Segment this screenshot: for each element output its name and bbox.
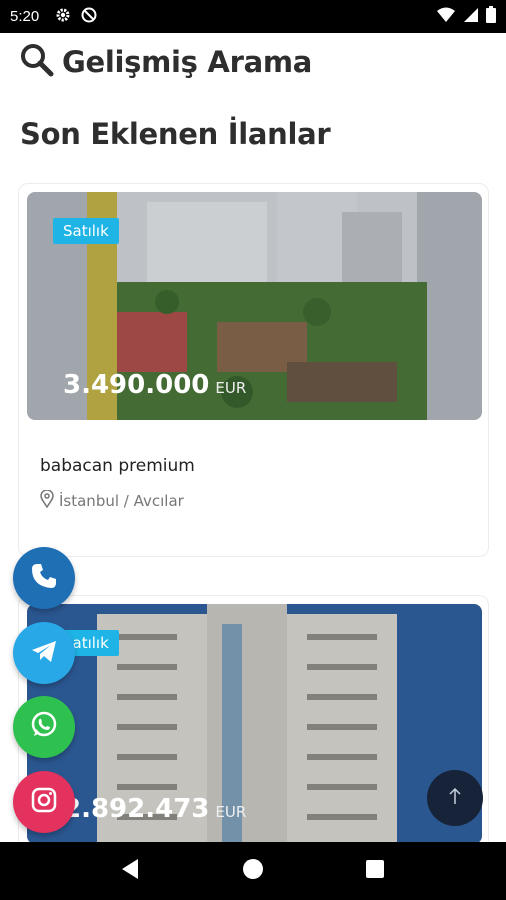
- price-value: 3.490.000: [63, 370, 210, 400]
- telegram-button[interactable]: [13, 622, 75, 684]
- main-content[interactable]: Gelişmiş Arama Son Eklenen İlanlar Satıl…: [0, 33, 506, 842]
- wifi-icon: [437, 7, 455, 27]
- scroll-top-button[interactable]: [427, 770, 483, 826]
- listing-price: 3.490.000 EUR: [63, 370, 246, 400]
- search-icon: [20, 43, 54, 81]
- location-text: İstanbul / Avcılar: [59, 492, 184, 510]
- location-pin-icon: [40, 489, 54, 512]
- gear-icon: [55, 7, 71, 27]
- whatsapp-icon: [28, 709, 60, 745]
- price-value: 2.892.473: [63, 794, 210, 824]
- instagram-icon: [29, 785, 59, 819]
- listing-location: İstanbul / Avcılar: [40, 489, 184, 512]
- status-bar: 5:20: [0, 0, 506, 33]
- phone-icon: [29, 561, 59, 595]
- listing-price: 2.892.473 EUR: [63, 794, 246, 824]
- status-time: 5:20: [10, 8, 40, 25]
- listing-image[interactable]: Satılık 2.892.473 EUR: [27, 604, 482, 842]
- back-icon[interactable]: [121, 858, 141, 884]
- listing-card[interactable]: Satılık 2.892.473 EUR: [18, 595, 489, 842]
- listing-image[interactable]: Satılık 3.490.000 EUR: [27, 192, 482, 420]
- listing-badge: Satılık: [53, 218, 119, 244]
- telegram-icon: [29, 636, 59, 670]
- price-currency: EUR: [215, 803, 247, 821]
- battery-icon: [486, 6, 496, 27]
- cell-signal-icon: [463, 7, 478, 27]
- instagram-button[interactable]: [13, 771, 75, 833]
- price-currency: EUR: [215, 379, 247, 397]
- do-not-disturb-icon: [81, 7, 97, 27]
- advanced-search-label: Gelişmiş Arama: [62, 45, 313, 79]
- section-title: Son Eklenen İlanlar: [20, 117, 331, 151]
- navigation-bar: [0, 842, 506, 900]
- phone-button[interactable]: [13, 547, 75, 609]
- listing-title[interactable]: babacan premium: [40, 456, 195, 476]
- whatsapp-button[interactable]: [13, 696, 75, 758]
- listing-card[interactable]: Satılık 3.490.000 EUR babacan premium İs…: [18, 183, 489, 557]
- home-icon[interactable]: [242, 858, 264, 884]
- arrow-up-icon: [447, 786, 463, 810]
- advanced-search-link[interactable]: Gelişmiş Arama: [20, 43, 312, 81]
- recents-icon[interactable]: [365, 859, 385, 883]
